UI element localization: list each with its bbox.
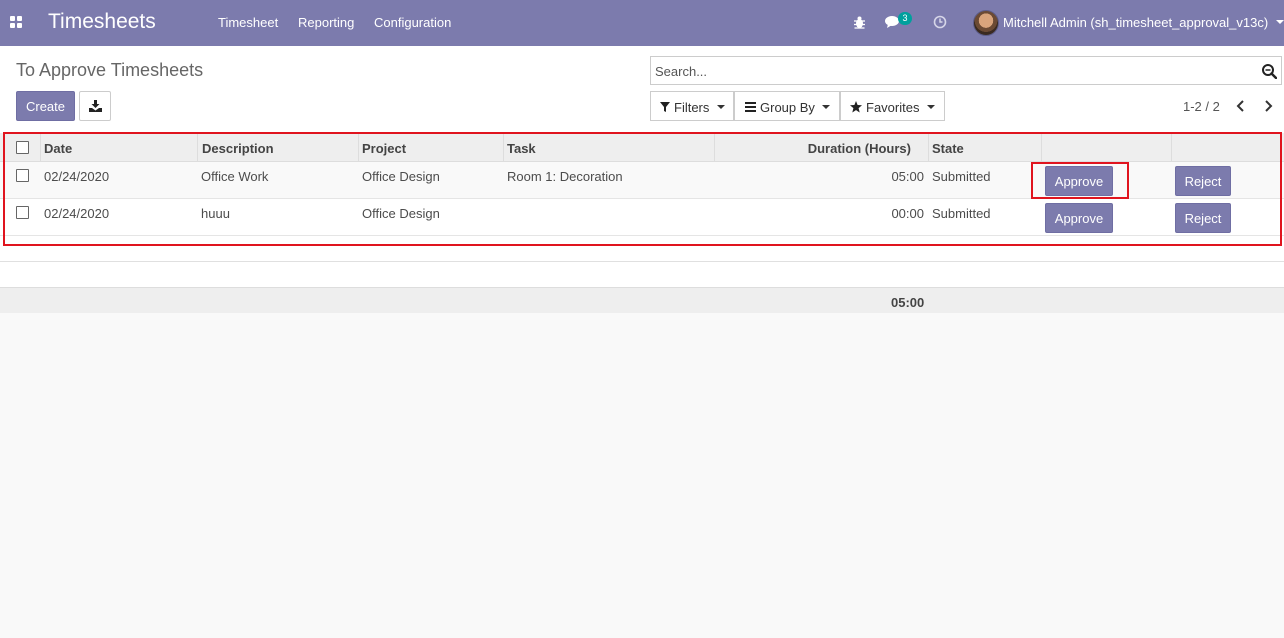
table-header: Date Description Project Task Duration (…	[0, 133, 1284, 162]
table-row[interactable]: 02/24/2020 huuu Office Design 00:00 Subm…	[0, 199, 1284, 236]
pager-value[interactable]: 1-2 / 2	[1183, 99, 1220, 114]
menu-timesheet[interactable]: Timesheet	[218, 15, 278, 30]
group-by-caret-icon	[822, 105, 830, 109]
filter-icon	[660, 102, 670, 112]
filters-caret-icon	[717, 105, 725, 109]
table-footer: 05:00	[0, 287, 1284, 313]
column-task[interactable]: Task	[507, 141, 536, 156]
list-divider	[0, 261, 1284, 262]
cell-state: Submitted	[932, 169, 991, 184]
row-checkbox[interactable]	[16, 206, 29, 219]
column-divider	[358, 133, 359, 162]
timesheet-list: Date Description Project Task Duration (…	[0, 130, 1284, 313]
search-box[interactable]	[650, 56, 1282, 85]
menu-reporting[interactable]: Reporting	[298, 15, 354, 30]
user-caret-icon[interactable]	[1276, 20, 1284, 24]
column-project[interactable]: Project	[362, 141, 406, 156]
app-title: Timesheets	[48, 10, 156, 33]
create-button[interactable]: Create	[16, 91, 75, 121]
search-icon[interactable]	[1261, 63, 1277, 79]
cell-date: 02/24/2020	[44, 169, 110, 184]
cell-duration: 05:00	[891, 169, 924, 184]
reject-button[interactable]: Reject	[1175, 166, 1231, 196]
cell-project: Office Design	[362, 169, 440, 184]
user-avatar[interactable]	[973, 10, 999, 36]
column-state[interactable]: State	[932, 141, 964, 156]
row-checkbox[interactable]	[16, 169, 29, 182]
column-description[interactable]: Description	[202, 141, 274, 156]
table-row[interactable]: 02/24/2020 Office Work Office Design Roo…	[0, 162, 1284, 199]
chevron-right-icon[interactable]	[1261, 99, 1275, 113]
column-divider	[40, 133, 41, 162]
column-divider	[1171, 133, 1172, 162]
search-input[interactable]	[655, 63, 1245, 79]
select-all-checkbox[interactable]	[16, 141, 29, 154]
download-button[interactable]	[79, 91, 111, 121]
menu-configuration[interactable]: Configuration	[374, 15, 451, 30]
cell-project: Office Design	[362, 206, 440, 221]
cell-task: Room 1: Decoration	[507, 169, 623, 184]
column-divider	[1041, 133, 1042, 162]
cell-date: 02/24/2020	[44, 206, 110, 221]
column-date[interactable]: Date	[44, 141, 72, 156]
user-menu[interactable]: Mitchell Admin (sh_timesheet_approval_v1…	[1003, 15, 1268, 30]
filters-button[interactable]: Filters	[650, 91, 734, 121]
cell-duration: 00:00	[891, 206, 924, 221]
column-divider	[928, 133, 929, 162]
column-duration[interactable]: Duration (Hours)	[808, 141, 911, 156]
reject-button[interactable]: Reject	[1175, 203, 1231, 233]
bug-icon[interactable]	[853, 15, 866, 29]
download-icon	[89, 100, 102, 112]
column-divider	[714, 133, 715, 162]
favorites-button[interactable]: Favorites	[840, 91, 945, 121]
column-divider	[197, 133, 198, 162]
chevron-left-icon[interactable]	[1234, 99, 1248, 113]
total-duration: 05:00	[891, 295, 925, 310]
clock-icon[interactable]	[933, 15, 947, 29]
bars-icon	[745, 102, 756, 112]
favorites-label: Favorites	[866, 100, 920, 115]
top-navbar: Timesheets Timesheet Reporting Configura…	[0, 0, 1284, 46]
filters-label: Filters	[674, 100, 710, 115]
apps-menu-icon[interactable]	[10, 16, 23, 29]
approve-button[interactable]: Approve	[1045, 203, 1113, 233]
cell-state: Submitted	[932, 206, 991, 221]
favorites-caret-icon	[927, 105, 935, 109]
messages-badge: 3	[898, 12, 912, 25]
approve-button[interactable]: Approve	[1045, 166, 1113, 196]
cell-description: Office Work	[201, 169, 269, 184]
group-by-label: Group By	[760, 100, 815, 115]
column-divider	[503, 133, 504, 162]
control-panel: To Approve Timesheets Create Filters Gro…	[0, 46, 1284, 130]
page-title: To Approve Timesheets	[16, 60, 204, 80]
star-icon	[850, 101, 862, 113]
cell-description: huuu	[201, 206, 230, 221]
group-by-button[interactable]: Group By	[734, 91, 840, 121]
